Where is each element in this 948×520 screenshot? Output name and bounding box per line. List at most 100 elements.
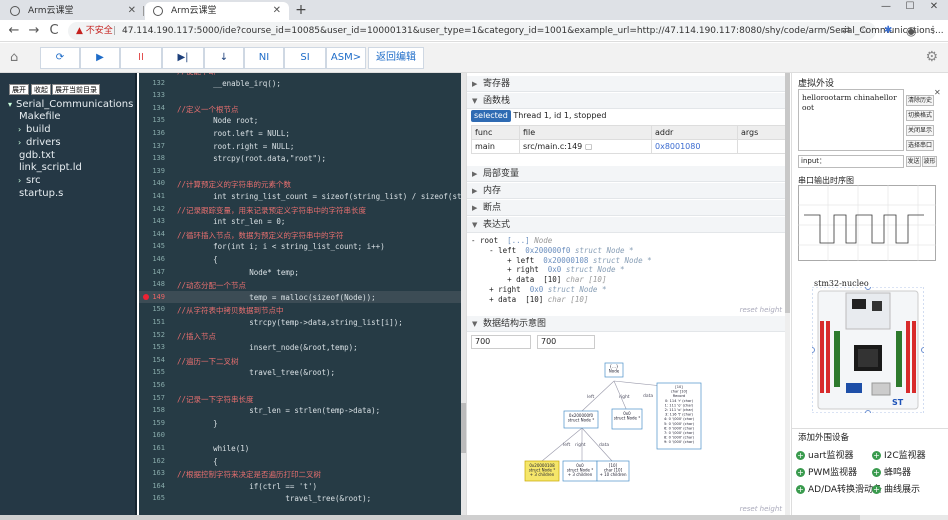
registers-section-header[interactable]: ▶ 寄存器 <box>467 76 789 92</box>
code-line[interactable]: 133 <box>139 89 461 102</box>
code-line[interactable]: 161 while(1) <box>139 442 461 455</box>
expand-current-button[interactable]: 展开当前目录 <box>52 84 100 95</box>
table-row[interactable]: main src/main.c:149 ▢ 0x8001080 <box>471 139 787 154</box>
add-curve-display[interactable]: + 曲线展示 <box>872 482 920 495</box>
close-icon[interactable]: ✕ <box>128 2 136 20</box>
url-bar[interactable]: ▲ 不安全 | 47.114.190.117:5000/ide?course_i… <box>68 22 944 40</box>
expression-row[interactable]: - root [...] Node <box>471 236 552 245</box>
browser-tab[interactable]: Arm云课堂 ✕ <box>2 2 144 20</box>
code-line[interactable]: 160 <box>139 429 461 442</box>
expression-row[interactable]: + data [10] char [10] <box>471 275 606 284</box>
step-instruction-button[interactable]: SI <box>284 47 326 69</box>
tree-root-folder[interactable]: ▾ Serial_Communications <box>8 99 133 111</box>
tree-folder[interactable]: › drivers <box>18 137 61 149</box>
close-display-button[interactable]: 关闭显示 <box>906 125 934 136</box>
browser-tab-active[interactable]: Arm云课堂 ✕ <box>145 2 289 20</box>
reload-button[interactable]: C <box>46 23 62 39</box>
code-line[interactable]: 162 { <box>139 455 461 468</box>
code-line[interactable]: 155 travel_tree(&root); <box>139 366 461 379</box>
code-line[interactable]: 157 //记录一下字符串长度 <box>139 392 461 405</box>
diagram-height-input[interactable]: 700 <box>537 335 595 349</box>
code-line[interactable]: 164 if(ctrl == 't') <box>139 480 461 493</box>
minimize-button[interactable]: — <box>876 0 896 14</box>
locals-section-header[interactable]: ▶ 局部变量 <box>467 166 789 182</box>
gear-icon[interactable]: ⚙ <box>925 49 938 65</box>
new-tab-button[interactable]: + <box>292 2 310 18</box>
code-line[interactable]: 151 strcpy(temp->data,string_list[i]); <box>139 316 461 329</box>
stm32-board-image[interactable]: ST <box>812 287 924 413</box>
add-buzzer[interactable]: + 蜂鸣器 <box>872 465 911 478</box>
tree-folder[interactable]: › build <box>18 124 51 136</box>
star-icon[interactable]: ☆ <box>860 23 869 39</box>
code-line[interactable]: 149 temp = malloc(sizeof(Node)); <box>139 290 461 304</box>
code-line[interactable]: 137 root.right = NULL; <box>139 140 461 153</box>
extension-icon[interactable]: ✱ <box>884 23 892 39</box>
menu-icon[interactable]: ⋮ <box>928 23 938 39</box>
stack-addr[interactable]: 0x8001080 <box>651 139 738 154</box>
asm-button[interactable]: ASM> <box>326 47 366 69</box>
send-button[interactable]: 发送 <box>906 156 921 167</box>
code-line[interactable]: 138 strcpy(root.data,"root"); <box>139 152 461 165</box>
pause-button[interactable]: II <box>120 47 162 69</box>
expression-row[interactable]: + right 0x0 struct Node * <box>471 285 606 294</box>
add-i2c-monitor[interactable]: + I2C监视器 <box>872 448 926 461</box>
forward-button[interactable]: → <box>26 23 42 39</box>
tree-file[interactable]: gdb.txt <box>19 150 55 162</box>
add-adda-slider[interactable]: + AD/DA转换滑动条 <box>796 482 882 495</box>
code-line[interactable]: 146 { <box>139 253 461 266</box>
code-editor[interactable]: 131//使能中断132 __enable_irq();133134//定义一个… <box>139 73 461 520</box>
expression-row[interactable]: - left 0x200000f0 struct Node * <box>471 246 634 255</box>
reset-button[interactable]: ⟳ <box>40 47 80 69</box>
code-line[interactable]: 153 insert_node(&root,temp); <box>139 341 461 354</box>
back-to-edit-button[interactable]: 返回编辑 <box>368 47 424 69</box>
code-line[interactable]: 165 travel_tree(&root); <box>139 492 461 505</box>
debug-scrollbar[interactable] <box>785 73 790 520</box>
serial-input[interactable]: input： <box>798 155 904 168</box>
code-line[interactable]: 154 //遍历一下二叉树 <box>139 354 461 367</box>
datastruct-section-header[interactable]: ▼ 数据结构示意图 <box>467 316 789 332</box>
code-line[interactable]: 148 //动态分配一个节点 <box>139 278 461 291</box>
tree-file[interactable]: Makefile <box>19 111 61 123</box>
expression-row[interactable]: + left 0x20000108 struct Node * <box>471 256 652 265</box>
clear-history-button[interactable]: 清除历史 <box>906 95 934 106</box>
code-line[interactable]: 135 Node root; <box>139 114 461 127</box>
memory-section-header[interactable]: ▶ 内存 <box>467 183 789 199</box>
code-line[interactable]: 159 } <box>139 417 461 430</box>
close-icon[interactable]: ✕ <box>273 2 281 20</box>
profile-icon[interactable]: ◉ <box>906 23 916 39</box>
breakpoints-section-header[interactable]: ▶ 断点 <box>467 200 789 216</box>
code-line[interactable]: 163 //根据控制字符来决定是否遍历打印二叉树 <box>139 467 461 480</box>
stack-file[interactable]: src/main.c:149 ▢ <box>519 139 652 154</box>
code-line[interactable]: 136 root.left = NULL; <box>139 127 461 140</box>
code-line[interactable]: 132 __enable_irq(); <box>139 77 461 90</box>
next-instruction-button[interactable]: NI <box>244 47 284 69</box>
page-horizontal-scrollbar[interactable] <box>0 515 948 520</box>
expression-row[interactable]: + data [10] char [10] <box>471 295 588 304</box>
waveform-button[interactable]: 波形 <box>922 156 937 167</box>
close-icon[interactable]: ✕ <box>934 88 941 97</box>
not-secure-warning[interactable]: ▲ 不安全 <box>76 24 113 38</box>
step-into-button[interactable]: ↓ <box>204 47 244 69</box>
window-close-button[interactable]: ✕ <box>924 0 944 14</box>
code-line[interactable]: 156 <box>139 379 461 392</box>
add-pwm-monitor[interactable]: + PWM监视器 <box>796 465 857 478</box>
expand-all-button[interactable]: 展开 <box>9 84 29 95</box>
home-icon[interactable]: ⌂ <box>10 50 18 65</box>
code-line[interactable]: 150 //从字符表中拷贝数据到节点中 <box>139 303 461 316</box>
tree-file[interactable]: startup.s <box>19 188 63 200</box>
back-button[interactable]: ← <box>6 23 22 39</box>
code-line[interactable]: 152 //插入节点 <box>139 329 461 342</box>
run-button[interactable]: ▶ <box>80 47 120 69</box>
expressions-section-header[interactable]: ▼ 表达式 <box>467 217 789 233</box>
translate-icon[interactable]: ⇄ <box>842 23 850 39</box>
code-line[interactable]: 144 //循环插入节点，数据为预定义的字符串中的字符 <box>139 228 461 241</box>
reset-height-link[interactable]: reset height <box>740 306 782 314</box>
diagram-width-input[interactable]: 700 <box>471 335 531 349</box>
add-uart-monitor[interactable]: + uart监视器 <box>796 448 853 461</box>
code-line[interactable]: 158 str_len = strlen(temp->data); <box>139 404 461 417</box>
expression-row[interactable]: + right 0x0 struct Node * <box>471 265 624 274</box>
tree-folder[interactable]: › src <box>18 175 41 187</box>
code-line[interactable]: 139 <box>139 165 461 178</box>
callstack-section-header[interactable]: ▼ 函数栈 <box>467 93 789 109</box>
url-text[interactable]: 47.114.190.117:5000/ide?course_id=10085&… <box>122 24 944 38</box>
